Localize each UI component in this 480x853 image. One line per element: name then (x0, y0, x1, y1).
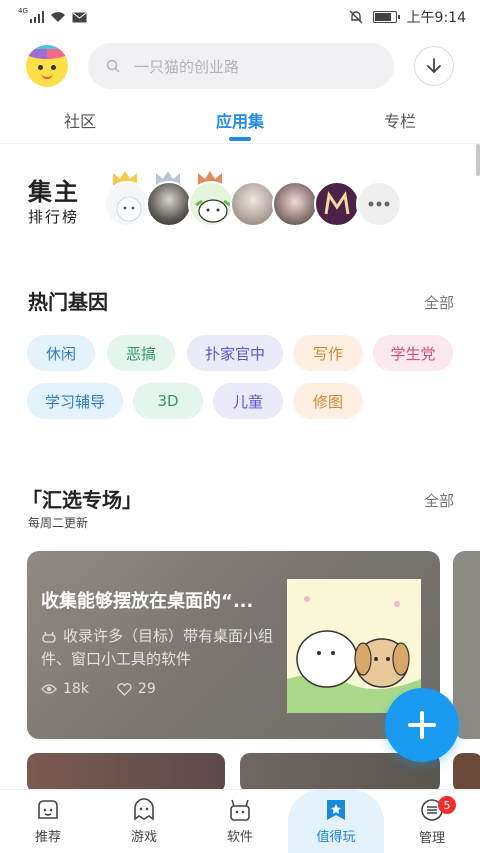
top-tabs: 社区 应用集 专栏 (0, 100, 480, 144)
card-views: 18k (63, 681, 89, 697)
search-placeholder: 一只猫的创业路 (134, 57, 240, 76)
nav-label: 管理 (418, 831, 445, 846)
tag-item[interactable]: 修图 (293, 383, 363, 419)
nav-recommend[interactable]: 推荐 (0, 790, 96, 853)
scrollbar[interactable] (476, 144, 480, 176)
ranking-title-main: 集主 (28, 178, 80, 206)
robot-icon (42, 631, 56, 643)
eye-icon (41, 684, 57, 694)
network-type: 4G (18, 7, 28, 15)
search-bar[interactable]: 一只猫的创业路 (88, 43, 394, 89)
tag-item[interactable]: 学生党 (373, 335, 453, 371)
featured-collection-card[interactable]: 收集能够摆放在桌面的“... 收录许多（目标）带有桌面小组件、窗口小工具的软件 … (27, 551, 440, 739)
nav-label: 值得玩 (316, 830, 356, 845)
star-bookmark-icon (327, 800, 345, 820)
card-description-text: 收录许多（目标）带有桌面小组件、窗口小工具的软件 (41, 627, 274, 668)
ranking-avatar-4[interactable] (230, 181, 276, 227)
status-bar: 4G 上午9:14 (0, 0, 480, 34)
robot-app-icon (230, 799, 250, 821)
heart-icon[interactable] (117, 682, 132, 696)
ranking-title-sub: 排行榜 (28, 208, 80, 226)
user-avatar[interactable] (26, 45, 68, 87)
tag-item[interactable]: 扑家官中 (187, 335, 283, 371)
ranking-avatar-2[interactable] (146, 181, 192, 227)
create-fab-button[interactable] (385, 688, 459, 762)
tag-item[interactable]: 3D (133, 383, 203, 419)
next-card-peek[interactable] (453, 551, 480, 739)
download-icon (427, 58, 441, 73)
featured-title: 「汇选专场」 (20, 484, 142, 513)
manage-badge: 5 (438, 796, 456, 814)
ranking-avatar-5[interactable] (272, 181, 318, 227)
ranking-avatar-1[interactable] (104, 181, 150, 227)
hot-tags-all-link[interactable]: 全部 (424, 292, 454, 313)
tag-item[interactable]: 写作 (293, 335, 363, 371)
nav-manage[interactable]: 管理 5 (384, 790, 480, 853)
tag-item[interactable]: 恶搞 (107, 335, 175, 371)
card-likes: 29 (137, 681, 156, 697)
signal-icon (29, 11, 44, 23)
mail-icon (72, 12, 87, 22)
collection-card-preview[interactable] (27, 753, 225, 793)
featured-subtitle: 每周二更新 (28, 516, 89, 530)
tag-item[interactable]: 学习辅导 (27, 383, 123, 419)
battery-icon (372, 11, 400, 23)
tab-columns[interactable]: 专栏 (320, 100, 480, 143)
search-icon (106, 59, 120, 73)
nav-label: 游戏 (130, 830, 157, 845)
ranking-more-button[interactable] (356, 181, 402, 227)
card-title: 收集能够摆放在桌面的“... (41, 591, 254, 612)
tag-item[interactable]: 休闲 (27, 335, 95, 371)
more-dots-icon (368, 201, 390, 207)
collector-ranking-label[interactable]: 集主 排行榜 (28, 180, 88, 228)
nav-worth-playing[interactable]: 值得玩 (288, 790, 384, 853)
top-header: 一只猫的创业路 (0, 40, 480, 92)
tag-item[interactable]: 儿童 (213, 383, 283, 419)
bottom-navigation: 推荐 游戏 软件 值得玩 管理 5 (0, 789, 480, 853)
wifi-icon (50, 12, 65, 22)
ghost-game-icon (134, 798, 154, 821)
face-home-icon (38, 800, 58, 819)
nav-label: 软件 (226, 830, 253, 845)
ranking-avatar-3[interactable] (188, 181, 234, 227)
collection-card-preview[interactable] (453, 753, 480, 793)
nav-games[interactable]: 游戏 (96, 790, 192, 853)
nav-label: 推荐 (34, 830, 61, 845)
card-stats: 18k 29 (41, 681, 156, 697)
mute-bell-icon (349, 10, 363, 24)
ranking-avatar-6[interactable] (314, 181, 360, 227)
ranking-avatars (104, 171, 424, 227)
hot-tags-title: 热门基因 (26, 286, 108, 315)
card-cover-image (287, 579, 421, 713)
featured-all-link[interactable]: 全部 (424, 490, 454, 511)
download-button[interactable] (414, 46, 454, 86)
tab-community[interactable]: 社区 (0, 100, 160, 143)
status-time: 上午9:14 (406, 10, 466, 26)
tab-app-collections[interactable]: 应用集 (160, 100, 320, 143)
nav-software[interactable]: 软件 (192, 790, 288, 853)
card-description: 收录许多（目标）带有桌面小组件、窗口小工具的软件 (41, 625, 281, 671)
plus-icon (408, 711, 436, 739)
